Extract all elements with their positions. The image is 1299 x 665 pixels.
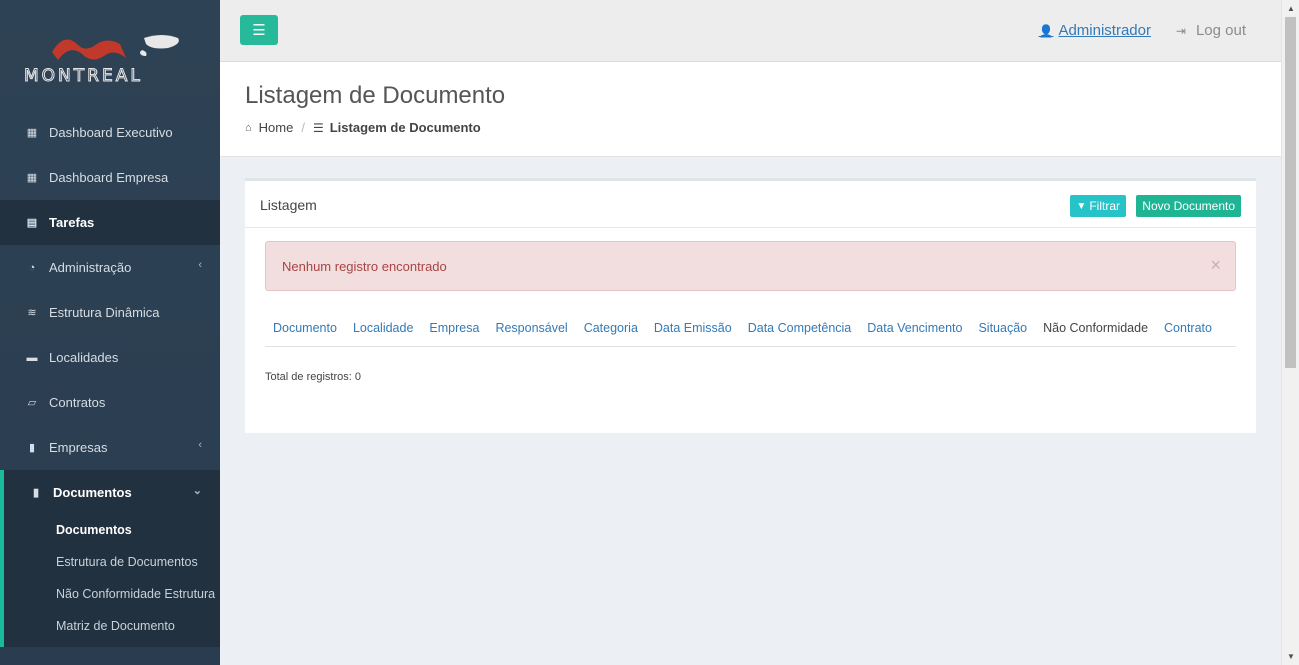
empty-alert: Nenhum registro encontrado × [265,241,1236,291]
tasks-icon: ▤ [26,217,38,229]
sidebar-item-localidades[interactable]: ▬ Localidades [0,335,220,380]
sidebar-item-documentos[interactable]: ▮ Documentos ⌄ [4,470,220,515]
list-icon: ☰ [312,120,324,135]
close-icon[interactable]: × [1210,255,1221,276]
sidebar-group-documentos: ▮ Documentos ⌄ Documentos Estrutura de D… [0,470,220,647]
sidebar-item-label: Contratos [49,395,106,410]
page-title: Listagem de Documento [245,82,506,109]
breadcrumb-home[interactable]: Home [259,120,294,135]
svg-text:MONTREAL: MONTREAL [24,66,143,86]
home-icon: ⌂ [245,121,252,134]
logo[interactable]: MONTREAL [0,0,220,110]
sidebar-item-label: Dashboard Empresa [49,170,169,185]
logout-label: Log out [1195,22,1246,39]
sidebar-submenu: Documentos Estrutura de Documentos Não C… [4,515,220,647]
sidebar-item-tarefas[interactable]: ▤ Tarefas [0,200,220,245]
column-header: Não Conformidade [1043,321,1149,335]
scrollbar-thumb[interactable] [1285,17,1296,368]
table-header: Documento Localidade Empresa Responsável… [265,318,1236,347]
sidebar-item-contratos[interactable]: ▱ Contratos [0,380,220,425]
logout-button[interactable]: ⇥ Log out [1176,22,1246,39]
sidebar: MONTREAL ▦ Dashboard Executivo ▦ Dashboa… [0,0,220,665]
filter-icon: ▼ [1076,200,1087,212]
page-header: Listagem de Documento ⌂ Home / ☰ Listage… [220,62,1281,157]
column-header[interactable]: Data Vencimento [859,318,970,346]
sidebar-item-dashboard-empresa[interactable]: ▦ Dashboard Empresa [0,155,220,200]
sidebar-item-dashboard-executivo[interactable]: ▦ Dashboard Executivo [0,110,220,155]
user-menu[interactable]: 👤 Administrador [1039,22,1152,39]
column-header[interactable]: Data Competência [740,318,860,346]
page-scrollbar[interactable]: ▲ ▼ [1281,0,1299,665]
column-header[interactable]: Situação [970,318,1035,346]
sidebar-item-empresas[interactable]: ▮ Empresas ‹ [0,425,220,470]
new-document-label: Novo Documento [1142,199,1235,213]
book-icon: ▱ [27,397,37,409]
briefcase-icon: ▬ [26,351,38,364]
user-name: Administrador [1058,22,1151,39]
breadcrumb: ⌂ Home / ☰ Listagem de Documento [245,120,481,135]
sidebar-item-label: Estrutura Dinâmica [49,305,160,320]
sidebar-item-label: Empresas [49,440,108,455]
breadcrumb-separator: / [301,120,305,135]
filter-label: Filtrar [1089,199,1120,213]
grid-icon: ▦ [26,127,38,139]
dashboard-icon: ◔ [28,261,36,274]
column-header[interactable]: Localidade [345,318,421,346]
listing-panel: Listagem ▼ Filtrar Novo Documento Nenhum… [245,178,1256,433]
submenu-item-estrutura-de-documentos[interactable]: Estrutura de Documentos [4,547,220,579]
new-document-button[interactable]: Novo Documento [1136,195,1241,217]
alert-message: Nenhum registro encontrado [282,259,447,274]
grid-icon: ▦ [26,172,38,184]
sign-out-icon: ⇥ [1175,23,1186,38]
top-navbar: ☰ 👤 Administrador ⇥ Log out [220,0,1281,62]
panel-title: Listagem [260,197,317,213]
sidebar-item-label: Localidades [49,350,119,365]
sidebar-item-administracao[interactable]: ◔ Administração ‹ [0,245,220,290]
database-icon: ≋ [27,307,37,319]
sidebar-item-label: Dashboard Executivo [49,125,173,140]
column-header[interactable]: Categoria [576,318,646,346]
user-icon: 👤 [1038,23,1054,38]
chevron-left-icon: ‹ [198,259,202,271]
column-header[interactable]: Contrato [1156,318,1220,346]
sidebar-item-label: Documentos [53,485,132,500]
scroll-up-icon[interactable]: ▲ [1287,4,1295,13]
total-records: Total de registros: 0 [265,371,361,383]
column-header[interactable]: Empresa [421,318,487,346]
submenu-item-documentos[interactable]: Documentos [4,515,220,547]
file-icon: ▮ [32,487,40,499]
column-header[interactable]: Documento [265,318,345,346]
panel-header: Listagem ▼ Filtrar Novo Documento [245,181,1256,228]
filter-button[interactable]: ▼ Filtrar [1070,195,1126,217]
sidebar-item-label: Administração [49,260,132,275]
hamburger-icon: ☰ [252,22,266,39]
montreal-logo-icon: MONTREAL [24,35,179,86]
scroll-down-icon[interactable]: ▼ [1287,652,1295,661]
chevron-left-icon: ‹ [198,439,202,451]
sidebar-item-estrutura-dinamica[interactable]: ≋ Estrutura Dinâmica [0,290,220,335]
column-header[interactable]: Responsável [487,318,575,346]
submenu-item-nao-conformidade-estrutura[interactable]: Não Conformidade Estrutura [4,579,220,611]
breadcrumb-current: Listagem de Documento [329,120,481,135]
column-header[interactable]: Data Emissão [646,318,740,346]
chevron-down-icon: ⌄ [192,485,202,497]
menu-toggle-button[interactable]: ☰ [240,15,278,45]
sidebar-item-label: Tarefas [49,215,95,230]
file-icon: ▮ [28,442,36,454]
submenu-item-matriz-de-documento[interactable]: Matriz de Documento [4,611,220,643]
